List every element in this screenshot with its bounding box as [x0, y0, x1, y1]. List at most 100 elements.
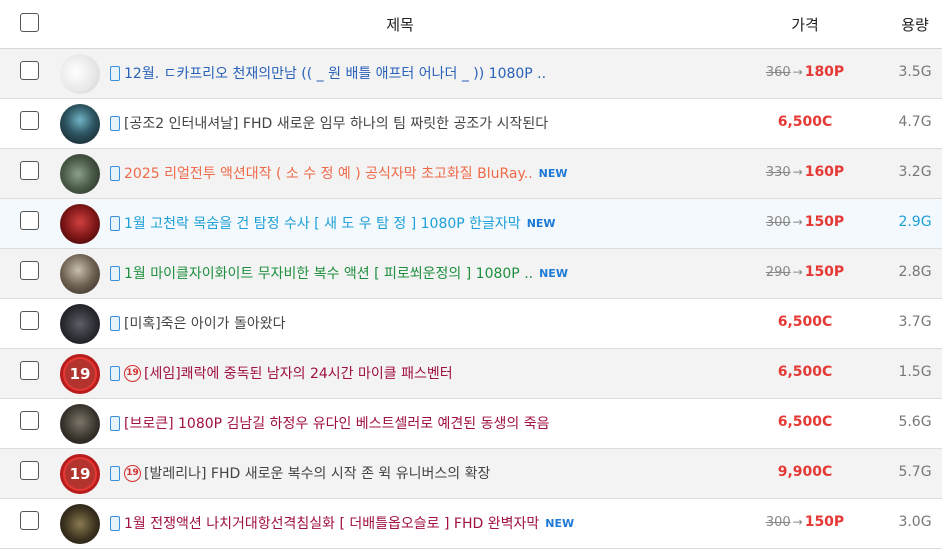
- file-size: 4.7G: [898, 114, 932, 130]
- item-title[interactable]: 1월 마이클자이화이트 무자비한 복수 액션 [ 피로쐬운정의 ] 1080P …: [124, 263, 533, 283]
- thumbnail[interactable]: [60, 154, 100, 194]
- old-price: 300: [765, 515, 791, 530]
- title-link[interactable]: [공조2 인터내셔날] FHD 새로운 임무 하나의 팀 짜릿한 공조가 시작된…: [110, 113, 750, 133]
- price: 6,500C: [745, 364, 865, 384]
- sale-price: 150P: [804, 264, 845, 280]
- column-title-header[interactable]: 제목: [300, 14, 500, 35]
- arrow-icon: →: [792, 165, 803, 179]
- mobile-icon: [110, 165, 120, 181]
- item-title[interactable]: 2025 리얼전투 액션대작 ( 소 수 정 예 ) 공식자막 초고화질 Blu…: [124, 163, 533, 183]
- row-checkbox[interactable]: [20, 261, 39, 280]
- list-item[interactable]: [미혹]죽은 아이가 돌아왔다 6,500C 3.7G: [0, 299, 942, 349]
- adult-rating-icon: 19: [124, 464, 141, 482]
- column-price-header[interactable]: 가격: [760, 14, 850, 35]
- file-size: 5.6G: [898, 414, 932, 430]
- thumbnail[interactable]: [60, 254, 100, 294]
- thumbnail[interactable]: [60, 104, 100, 144]
- mobile-icon: [110, 415, 120, 431]
- row-checkbox[interactable]: [20, 211, 39, 230]
- cash-price: 6,500C: [777, 414, 833, 430]
- old-price: 290: [765, 265, 791, 280]
- price: 300 → 150P: [745, 514, 865, 534]
- arrow-icon: →: [792, 515, 803, 529]
- list-item[interactable]: [브로큰] 1080P 김남길 하정우 유다인 베스트셀러로 예견된 동생의 죽…: [0, 399, 942, 449]
- mobile-icon: [110, 465, 120, 481]
- thumbnail[interactable]: [60, 404, 100, 444]
- title-link[interactable]: 1월 고천락 목숨을 건 탐정 수사 [ 새 도 우 탐 정 ] 1080P 한…: [110, 213, 750, 233]
- title-link[interactable]: [브로큰] 1080P 김남길 하정우 유다인 베스트셀러로 예견된 동생의 죽…: [110, 413, 750, 433]
- column-size-header[interactable]: 용량: [888, 14, 942, 35]
- arrow-icon: →: [792, 215, 803, 229]
- file-size: 3.7G: [898, 314, 932, 330]
- title-link[interactable]: 19 [세임]쾌락에 중독된 남자의 24시간 마이클 패스벤터: [110, 363, 750, 383]
- item-title[interactable]: 12월. ㄷ카프리오 천재의만남 (( _ 원 배틀 애프터 어나더 _ )) …: [124, 63, 546, 83]
- list-item[interactable]: 19 19 [세임]쾌락에 중독된 남자의 24시간 마이클 패스벤터 6,50…: [0, 349, 942, 399]
- old-price: 300: [765, 215, 791, 230]
- list-item[interactable]: 1월 전쟁액션 나치거대항선격침실화 [ 더배틀옵오슬로 ] FHD 완벽자막 …: [0, 499, 942, 549]
- list-item[interactable]: 1월 마이클자이화이트 무자비한 복수 액션 [ 피로쐬운정의 ] 1080P …: [0, 249, 942, 299]
- new-badge: NEW: [539, 266, 568, 280]
- row-checkbox[interactable]: [20, 161, 39, 180]
- price: 360 → 180P: [745, 64, 865, 84]
- adult-rating-icon: 19: [124, 364, 141, 382]
- mobile-icon: [110, 115, 120, 131]
- file-size: 2.9G: [898, 214, 932, 230]
- adult-rating-label: 19: [65, 359, 95, 389]
- arrow-icon: →: [792, 65, 803, 79]
- item-title[interactable]: [브로큰] 1080P 김남길 하정우 유다인 베스트셀러로 예견된 동생의 죽…: [124, 413, 549, 433]
- adult-thumbnail-icon[interactable]: 19: [60, 354, 100, 394]
- list-item[interactable]: [공조2 인터내셔날] FHD 새로운 임무 하나의 팀 짜릿한 공조가 시작된…: [0, 99, 942, 149]
- row-checkbox[interactable]: [20, 311, 39, 330]
- title-link[interactable]: [미혹]죽은 아이가 돌아왔다: [110, 313, 750, 333]
- list-header: 제목 가격 용량: [0, 0, 942, 49]
- list-item[interactable]: 1월 고천락 목숨을 건 탐정 수사 [ 새 도 우 탐 정 ] 1080P 한…: [0, 199, 942, 249]
- mobile-icon: [110, 65, 120, 81]
- select-all-checkbox[interactable]: [20, 13, 39, 32]
- item-title[interactable]: [세임]쾌락에 중독된 남자의 24시간 마이클 패스벤터: [144, 363, 453, 383]
- title-link[interactable]: 1월 마이클자이화이트 무자비한 복수 액션 [ 피로쐬운정의 ] 1080P …: [110, 263, 750, 283]
- adult-thumbnail-icon[interactable]: 19: [60, 454, 100, 494]
- file-size: 1.5G: [898, 364, 932, 380]
- cash-price: 9,900C: [777, 464, 833, 480]
- mobile-icon: [110, 265, 120, 281]
- list-item[interactable]: 12월. ㄷ카프리오 천재의만남 (( _ 원 배틀 애프터 어나더 _ )) …: [0, 49, 942, 99]
- cash-price: 6,500C: [777, 364, 833, 380]
- title-link[interactable]: 19 [발레리나] FHD 새로운 복수의 시작 존 윅 유니버스의 확장: [110, 463, 750, 483]
- list-item[interactable]: 2025 리얼전투 액션대작 ( 소 수 정 예 ) 공식자막 초고화질 Blu…: [0, 149, 942, 199]
- arrow-icon: →: [792, 265, 803, 279]
- price: 6,500C: [745, 314, 865, 334]
- adult-rating-label: 19: [65, 459, 95, 489]
- row-checkbox[interactable]: [20, 61, 39, 80]
- old-price: 360: [765, 65, 791, 80]
- title-link[interactable]: 2025 리얼전투 액션대작 ( 소 수 정 예 ) 공식자막 초고화질 Blu…: [110, 163, 750, 183]
- price: 330 → 160P: [745, 164, 865, 184]
- mobile-icon: [110, 215, 120, 231]
- file-size: 5.7G: [898, 464, 932, 480]
- title-link[interactable]: 12월. ㄷ카프리오 천재의만남 (( _ 원 배틀 애프터 어나더 _ )) …: [110, 63, 750, 83]
- item-title[interactable]: 1월 고천락 목숨을 건 탐정 수사 [ 새 도 우 탐 정 ] 1080P 한…: [124, 213, 521, 233]
- mobile-icon: [110, 515, 120, 531]
- row-checkbox[interactable]: [20, 461, 39, 480]
- item-title[interactable]: 1월 전쟁액션 나치거대항선격침실화 [ 더배틀옵오슬로 ] FHD 완벽자막: [124, 513, 539, 533]
- mobile-icon: [110, 315, 120, 331]
- thumbnail[interactable]: [60, 54, 100, 94]
- title-link[interactable]: 1월 전쟁액션 나치거대항선격침실화 [ 더배틀옵오슬로 ] FHD 완벽자막 …: [110, 513, 750, 533]
- thumbnail[interactable]: [60, 504, 100, 544]
- row-checkbox[interactable]: [20, 511, 39, 530]
- new-badge: NEW: [538, 166, 568, 180]
- row-checkbox[interactable]: [20, 411, 39, 430]
- thumbnail[interactable]: [60, 204, 100, 244]
- row-checkbox[interactable]: [20, 111, 39, 130]
- cash-price: 6,500C: [777, 314, 833, 330]
- mobile-icon: [110, 365, 120, 381]
- price: 9,900C: [745, 464, 865, 484]
- item-title[interactable]: [발레리나] FHD 새로운 복수의 시작 존 윅 유니버스의 확장: [144, 463, 490, 483]
- sale-price: 150P: [804, 514, 845, 530]
- item-title[interactable]: [공조2 인터내셔날] FHD 새로운 임무 하나의 팀 짜릿한 공조가 시작된…: [124, 113, 548, 133]
- thumbnail[interactable]: [60, 304, 100, 344]
- item-title[interactable]: [미혹]죽은 아이가 돌아왔다: [124, 313, 286, 333]
- cash-price: 6,500C: [777, 114, 833, 130]
- list-item[interactable]: 19 19 [발레리나] FHD 새로운 복수의 시작 존 윅 유니버스의 확장…: [0, 449, 942, 499]
- sale-price: 160P: [804, 164, 845, 180]
- row-checkbox[interactable]: [20, 361, 39, 380]
